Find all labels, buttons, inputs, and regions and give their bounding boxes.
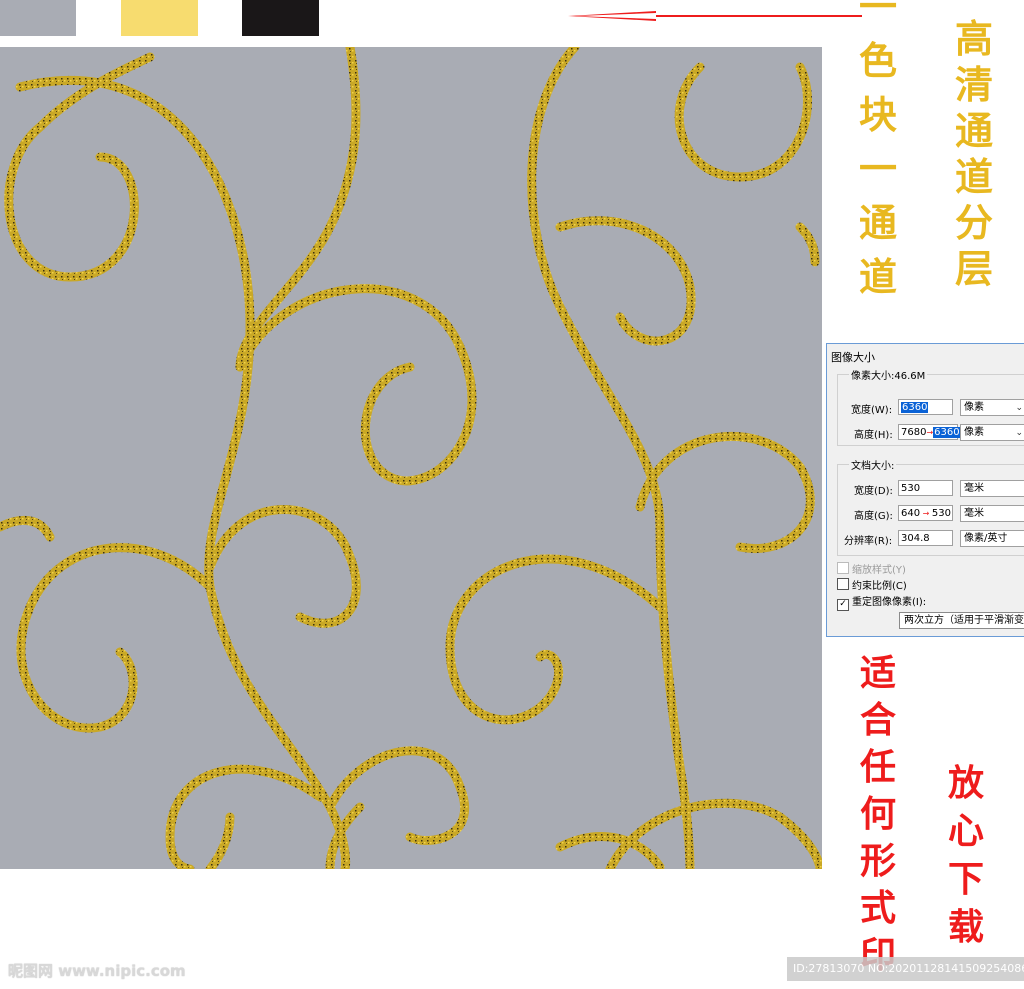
- height-label: 高度(H):: [854, 430, 893, 441]
- site-watermark: 昵图网 www.nipic.com: [8, 962, 186, 980]
- resolution-label: 分辨率(R):: [844, 536, 893, 547]
- edit-mark-icon: →: [920, 509, 932, 518]
- suitable-any-print-note: 适 合 任 何 形 式 印: [859, 652, 896, 976]
- one-color-one-channel-note: 一 色 块 一 通 道: [858, 0, 897, 299]
- height-input[interactable]: 7680→6360: [898, 424, 961, 440]
- dialog-title: 图像大小: [831, 351, 875, 364]
- resample-checkbox[interactable]: ✓ 重定图像像素(I):: [837, 593, 926, 611]
- arrow-left-icon: [568, 11, 862, 21]
- width-label: 宽度(W):: [851, 405, 893, 416]
- pixel-dimensions-label: 像素大小:46.6M: [849, 367, 928, 382]
- checkmark-icon: ✓: [837, 599, 849, 611]
- gold-swirl-vines: [0, 47, 822, 869]
- scale-styles-checkbox[interactable]: 缩放样式(Y): [837, 561, 906, 576]
- swirl-pattern-canvas: [0, 47, 822, 869]
- constrain-proportions-checkbox[interactable]: 约束比例(C): [837, 577, 907, 592]
- doc-height-input[interactable]: 640 → 530: [898, 505, 953, 521]
- id-watermark: ID:27813070 NO:20201128141509254086: [787, 957, 1024, 981]
- resolution-unit-select[interactable]: 像素/英寸: [960, 530, 1024, 547]
- height-unit-select[interactable]: 像素 ⌄: [960, 424, 1024, 441]
- width-unit-select[interactable]: 像素 ⌄: [960, 399, 1024, 416]
- swatch-gold: [121, 0, 198, 36]
- doc-width-label: 宽度(D):: [854, 486, 893, 497]
- image-size-dialog: 图像大小 像素大小:46.6M 宽度(W): 6360 像素 ⌄ 高度(H): 7…: [826, 343, 1024, 637]
- swatch-black: [242, 0, 319, 36]
- swatch-gray: [0, 0, 76, 36]
- chevron-down-icon: ⌄: [1015, 428, 1023, 438]
- document-size-label: 文档大小:: [849, 457, 897, 472]
- doc-height-label: 高度(G):: [854, 511, 893, 522]
- width-input[interactable]: 6360: [898, 399, 953, 415]
- doc-height-unit-select[interactable]: 毫米: [960, 505, 1024, 522]
- hd-channel-layered-note: 高 清 通 道 分 层: [954, 16, 993, 291]
- doc-width-input[interactable]: 530: [898, 480, 953, 496]
- download-safely-note: 放 心 下 载: [947, 762, 984, 948]
- resolution-input[interactable]: 304.8: [898, 530, 953, 546]
- resample-method-select[interactable]: 两次立方（适用于平滑渐变: [899, 612, 1024, 629]
- doc-width-unit-select[interactable]: 毫米: [960, 480, 1024, 497]
- chevron-down-icon: ⌄: [1015, 403, 1023, 413]
